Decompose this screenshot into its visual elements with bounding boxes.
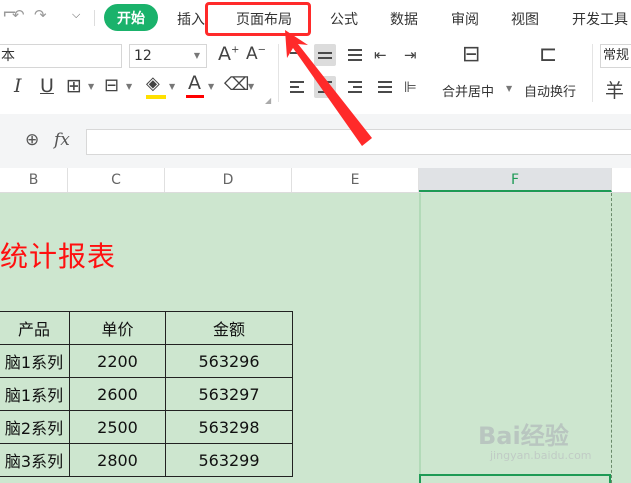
cell-style-dropdown-icon[interactable]: ▼ xyxy=(126,82,132,91)
column-header-b[interactable]: B xyxy=(0,168,68,192)
indent-increase-icon[interactable]: ⇥ xyxy=(404,45,417,65)
table-cell[interactable]: 563296 xyxy=(165,344,293,378)
watermark-url: jingyan.baidu.com xyxy=(490,449,592,462)
cell-style-icon[interactable]: ⊟ xyxy=(104,76,119,96)
table-row: 脑3系列 2800 563299 xyxy=(0,443,293,477)
wrap-text-icon[interactable]: ⊏ xyxy=(539,42,557,67)
eraser-dropdown-icon[interactable]: ▼ xyxy=(248,82,254,91)
indent-decrease-icon[interactable]: ⇤ xyxy=(374,45,387,65)
font-size-combo[interactable]: 12 ▼ xyxy=(129,44,207,68)
underline-icon[interactable]: U xyxy=(40,76,54,96)
border-icon[interactable]: ⊞ xyxy=(66,76,82,96)
column-header-c[interactable]: C xyxy=(68,168,165,192)
column-header-e[interactable]: E xyxy=(292,168,419,192)
baidu-jingyan-watermark: Bai经验 xyxy=(478,422,569,450)
tab-data[interactable]: 数据 xyxy=(390,9,418,29)
table-cell[interactable]: 2800 xyxy=(69,443,166,477)
table-cell[interactable]: 脑2系列 xyxy=(0,410,70,444)
increase-font-glyph: A xyxy=(218,43,231,65)
number-format-value: 常规 xyxy=(603,48,630,63)
column-header-row: B C D E F xyxy=(0,168,631,193)
font-name-value: 本 xyxy=(1,48,15,64)
table-cell[interactable]: 2600 xyxy=(69,377,166,411)
table-cell[interactable]: 563297 xyxy=(165,377,293,411)
align-top-icon[interactable] xyxy=(286,44,308,66)
font-size-value: 12 xyxy=(134,48,152,64)
tab-home[interactable]: 开始 xyxy=(104,4,158,31)
ribbon-divider xyxy=(592,44,593,102)
highlight-annotation-box xyxy=(205,2,311,36)
wrap-text-button[interactable]: 自动换行 xyxy=(524,81,576,100)
column-header-f[interactable]: F xyxy=(419,168,612,192)
redo-icon[interactable]: ↷ xyxy=(34,6,47,24)
ribbon-divider xyxy=(278,44,279,102)
border-dropdown-icon[interactable]: ▼ xyxy=(88,82,94,91)
increase-font-icon[interactable]: A+ xyxy=(218,43,239,65)
fill-color-swatch xyxy=(146,95,166,99)
merge-dropdown-icon[interactable]: ▼ xyxy=(506,84,512,93)
table-header-cell[interactable]: 产品 xyxy=(0,311,70,345)
tab-insert[interactable]: 插入 xyxy=(177,9,205,29)
table-header-cell[interactable]: 金额 xyxy=(165,311,293,345)
tab-view[interactable]: 视图 xyxy=(511,9,539,29)
formula-bar: ⊕ fx xyxy=(0,114,631,168)
align-left-icon[interactable] xyxy=(286,76,308,98)
fx-label[interactable]: fx xyxy=(54,130,70,150)
table-cell[interactable]: 脑1系列 xyxy=(0,377,70,411)
fill-color-icon[interactable]: ◈ xyxy=(146,74,160,94)
font-group-launcher-icon[interactable]: ◢ xyxy=(265,96,271,105)
font-name-combo[interactable]: 本 xyxy=(0,44,122,68)
selected-cell-outline[interactable] xyxy=(419,474,611,483)
align-right-icon[interactable] xyxy=(344,76,366,98)
align-bottom-icon[interactable] xyxy=(344,44,366,66)
menu-divider xyxy=(94,10,95,26)
table-cell[interactable]: 脑1系列 xyxy=(0,344,70,378)
table-cell[interactable]: 2200 xyxy=(69,344,166,378)
chevron-down-icon: ▼ xyxy=(193,51,200,60)
table-cell[interactable]: 2500 xyxy=(69,410,166,444)
table-header-cell[interactable]: 单价 xyxy=(69,311,166,345)
justify-icon[interactable] xyxy=(374,76,396,98)
decrease-font-glyph: A xyxy=(246,44,258,64)
data-table: 产品 单价 金额 脑1系列 2200 563296 脑1系列 2600 5632… xyxy=(0,311,293,477)
table-row: 脑1系列 2200 563296 xyxy=(0,344,293,378)
currency-icon[interactable]: 羊 xyxy=(605,76,624,103)
number-format-combo[interactable]: 常规 xyxy=(600,44,631,68)
font-color-dropdown-icon[interactable]: ▼ xyxy=(208,82,214,91)
align-middle-icon[interactable] xyxy=(314,44,336,66)
undo-icon[interactable]: ↶ xyxy=(12,6,25,24)
font-color-swatch xyxy=(186,95,204,98)
ribbon-toolbar: 本 12 ▼ A+ A− I U ⊞ ▼ ⊟ ▼ ◈ ▼ A ▼ ⌫ ▼ ◢ ⇤… xyxy=(0,36,631,114)
table-row: 脑1系列 2600 563297 xyxy=(0,377,293,411)
table-header-row: 产品 单价 金额 xyxy=(0,311,293,345)
table-cell[interactable]: 563298 xyxy=(165,410,293,444)
merge-cells-icon[interactable]: ⊟ xyxy=(462,42,480,67)
tab-developer[interactable]: 开发工具 xyxy=(572,9,628,29)
italic-icon[interactable]: I xyxy=(14,76,22,96)
page-break-line xyxy=(611,193,612,483)
column-f-edge xyxy=(419,193,421,483)
column-header-g[interactable] xyxy=(612,168,631,192)
distributed-align-icon[interactable]: ⊫ xyxy=(404,77,417,97)
formula-input[interactable] xyxy=(86,129,631,155)
merge-center-button[interactable]: 合并居中 xyxy=(442,81,494,100)
column-header-d[interactable]: D xyxy=(165,168,292,192)
eraser-icon[interactable]: ⌫ xyxy=(224,75,249,95)
decrease-font-icon[interactable]: A− xyxy=(246,44,266,64)
fill-color-dropdown-icon[interactable]: ▼ xyxy=(169,82,175,91)
quick-access-dropdown-icon[interactable]: ⌵ xyxy=(72,8,80,22)
report-title-cell[interactable]: 统计报表 xyxy=(0,235,116,275)
table-cell[interactable]: 563299 xyxy=(165,443,293,477)
menu-bar: ⌐ ↶ ↷ ⌵ 开始 插入 页面布局 公式 数据 审阅 视图 开发工具 xyxy=(0,0,631,36)
tab-review[interactable]: 审阅 xyxy=(451,9,479,29)
table-row: 脑2系列 2500 563298 xyxy=(0,410,293,444)
zoom-icon[interactable]: ⊕ xyxy=(25,130,39,150)
align-center-icon[interactable] xyxy=(314,76,336,98)
tab-formulas[interactable]: 公式 xyxy=(330,9,358,29)
table-cell[interactable]: 脑3系列 xyxy=(0,443,70,477)
font-color-icon[interactable]: A xyxy=(188,73,201,93)
